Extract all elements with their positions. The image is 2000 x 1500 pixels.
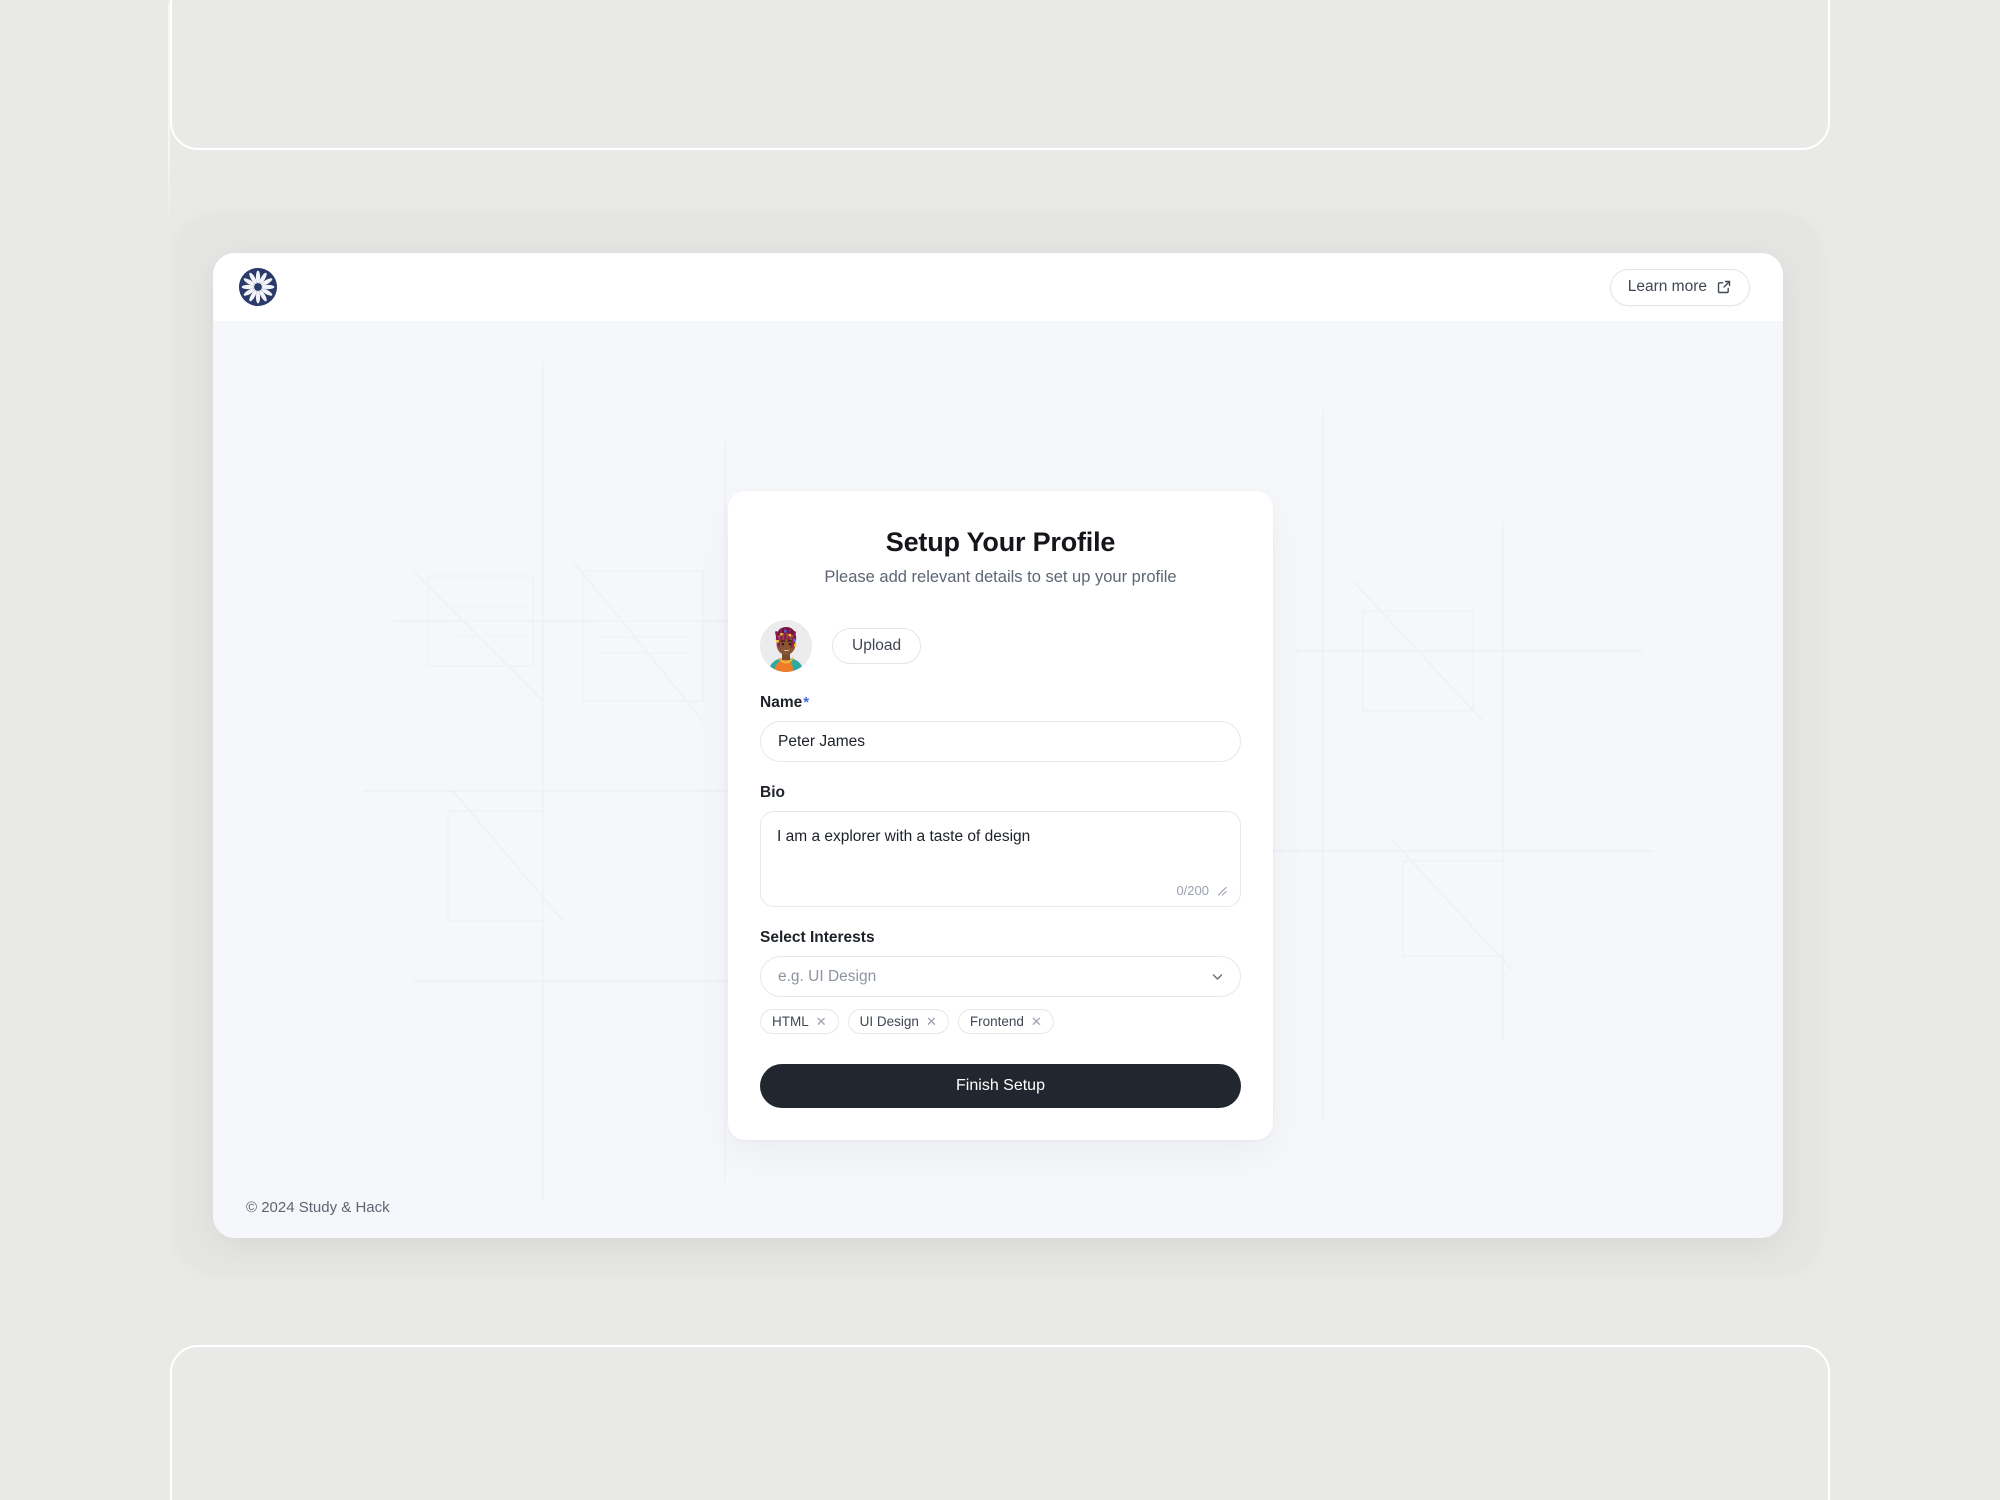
mockup-frame-left-rule — [168, 0, 170, 1500]
name-label: Name * — [760, 694, 1241, 712]
learn-more-label: Learn more — [1627, 278, 1707, 295]
sunburst-flower-logo-icon[interactable] — [239, 268, 277, 306]
interest-chip[interactable]: UI Design ✕ — [847, 1009, 949, 1034]
page-canvas: Setup Your Profile Please add relevant d… — [213, 321, 1783, 1238]
selected-interests-list: HTML ✕ UI Design ✕ Frontend ✕ — [760, 1009, 1241, 1034]
avatar-upload-row: Upload — [760, 620, 1241, 672]
interests-label: Select Interests — [760, 929, 1241, 947]
footer-copyright: © 2024 Study & Hack — [246, 1199, 390, 1216]
interests-select[interactable]: e.g. UI Design — [760, 956, 1241, 997]
mockup-frame-top-outline — [170, 0, 1830, 150]
bio-meta: 0/200 — [1176, 883, 1227, 898]
card-subtitle: Please add relevant details to set up yo… — [824, 568, 1177, 586]
finish-setup-button[interactable]: Finish Setup — [760, 1064, 1241, 1108]
interest-chip[interactable]: HTML ✕ — [760, 1009, 839, 1034]
name-field-group: Name * — [760, 694, 1241, 762]
interests-select-placeholder[interactable]: e.g. UI Design — [760, 956, 1241, 997]
name-input[interactable] — [760, 721, 1241, 762]
bio-character-counter: 0/200 — [1176, 883, 1209, 898]
bio-value: I am a explorer with a taste of design — [777, 828, 1031, 845]
app-header: Learn more — [213, 253, 1783, 321]
interest-chip[interactable]: Frontend ✕ — [957, 1009, 1054, 1034]
interest-chip-label: Frontend — [969, 1014, 1024, 1029]
interest-chip-label: HTML — [772, 1014, 809, 1029]
close-icon[interactable]: ✕ — [816, 1015, 827, 1028]
mockup-frame-bottom-outline — [170, 1345, 1830, 1500]
interests-label-text: Select Interests — [760, 929, 875, 946]
interests-field-group: Select Interests e.g. UI Design HTML ✕ U… — [760, 929, 1241, 1034]
external-link-icon — [1716, 279, 1732, 295]
resize-grip-icon[interactable] — [1216, 885, 1227, 896]
card-title: Setup Your Profile — [885, 527, 1116, 557]
bio-label: Bio — [760, 784, 1241, 802]
interest-chip-label: UI Design — [859, 1014, 919, 1029]
upload-avatar-button[interactable]: Upload — [832, 628, 922, 664]
required-asterisk: * — [803, 694, 810, 711]
learn-more-button[interactable]: Learn more — [1609, 268, 1750, 306]
setup-profile-card: Setup Your Profile Please add relevant d… — [728, 491, 1273, 1140]
bio-field-group: Bio I am a explorer with a taste of desi… — [760, 784, 1241, 907]
bio-label-text: Bio — [760, 784, 785, 801]
name-label-text: Name — [760, 694, 803, 711]
close-icon[interactable]: ✕ — [926, 1015, 937, 1028]
bio-textarea[interactable]: I am a explorer with a taste of design 0… — [760, 811, 1241, 907]
app-window: Learn more Setup Your Profile Please add… — [213, 253, 1783, 1238]
user-avatar-illustration[interactable] — [760, 620, 812, 672]
close-icon[interactable]: ✕ — [1031, 1015, 1042, 1028]
